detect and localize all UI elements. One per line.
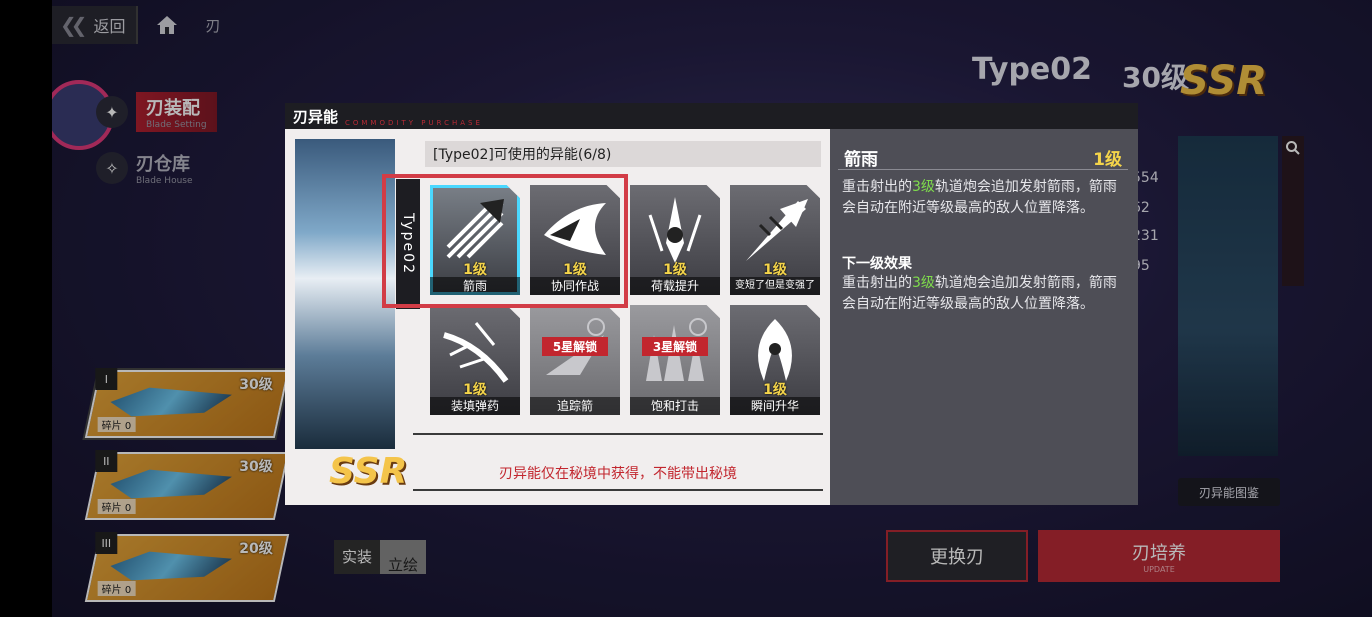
instant-sublimation-icon: [758, 319, 792, 381]
next-level-label: 下一级效果: [842, 256, 912, 272]
detail-title: 箭雨: [844, 150, 878, 170]
lock-badge: 5星解锁: [542, 337, 608, 356]
skill-card-payload[interactable]: 1级 荷载提升: [630, 185, 720, 295]
skill-name: 荷载提升: [630, 277, 720, 295]
skill-level: 1级: [763, 382, 787, 398]
divider: [413, 489, 823, 491]
ability-detail-panel: 箭雨 1级 重击射出的3级轨道炮会追加发射箭雨，箭雨会自动在附近等级最高的敌人位…: [830, 129, 1138, 505]
letterbox-left: [0, 0, 52, 617]
skill-name: 饱和打击: [630, 397, 720, 415]
skill-name: 追踪箭: [530, 397, 620, 415]
next-level-description: 重击射出的3级轨道炮会追加发射箭雨，箭雨会自动在附近等级最高的敌人位置降落。: [842, 273, 1128, 315]
detail-level: 1级: [1093, 150, 1122, 170]
detail-description: 重击射出的3级轨道炮会追加发射箭雨，箭雨会自动在附近等级最高的敌人位置降落。: [842, 177, 1128, 219]
lock-badge: 3星解锁: [642, 337, 708, 356]
modal-header: 刃异能 COMMODITY PURCHASE: [285, 103, 1138, 129]
ability-note: 刃异能仅在秘境中获得，不能带出秘境: [499, 466, 737, 482]
skill-level: 1级: [663, 262, 687, 278]
skill-name: 变短了但是变强了: [730, 277, 820, 295]
skill-card-saturation[interactable]: 3星解锁 饱和打击: [630, 305, 720, 415]
character-portrait: [295, 139, 395, 449]
skill-level: 1级: [463, 382, 487, 398]
skill-name: 装填弹药: [430, 397, 520, 415]
divider: [838, 169, 1128, 170]
payload-boost-icon: [648, 197, 702, 263]
skill-level: 1级: [763, 262, 787, 278]
ability-modal: 刃异能 COMMODITY PURCHASE Type02 SSR [Type0…: [285, 103, 1138, 505]
selection-highlight-box: [382, 174, 628, 308]
rarity-badge: SSR: [329, 451, 408, 492]
desc-highlight: 3级: [912, 179, 935, 195]
skill-card-shorter-stronger[interactable]: 1级 变短了但是变强了: [730, 185, 820, 295]
divider: [413, 433, 823, 435]
desc-highlight: 3级: [912, 275, 935, 291]
ability-count-header: [Type02]可使用的异能(6/8): [425, 141, 821, 167]
modal-subtitle: COMMODITY PURCHASE: [345, 119, 483, 127]
modal-title: 刃异能: [293, 108, 339, 126]
skill-name: 瞬间升华: [730, 397, 820, 415]
reload-ammo-icon: [443, 322, 509, 383]
skill-card-reload[interactable]: 1级 装填弹药: [430, 305, 520, 415]
desc-part: 重击射出的: [842, 179, 912, 195]
skill-card-tracking-arrow[interactable]: 5星解锁 追踪箭: [530, 305, 620, 415]
skill-card-sublimation[interactable]: 1级 瞬间升华: [730, 305, 820, 415]
desc-part: 重击射出的: [842, 275, 912, 291]
shorter-stronger-icon: [746, 199, 808, 261]
